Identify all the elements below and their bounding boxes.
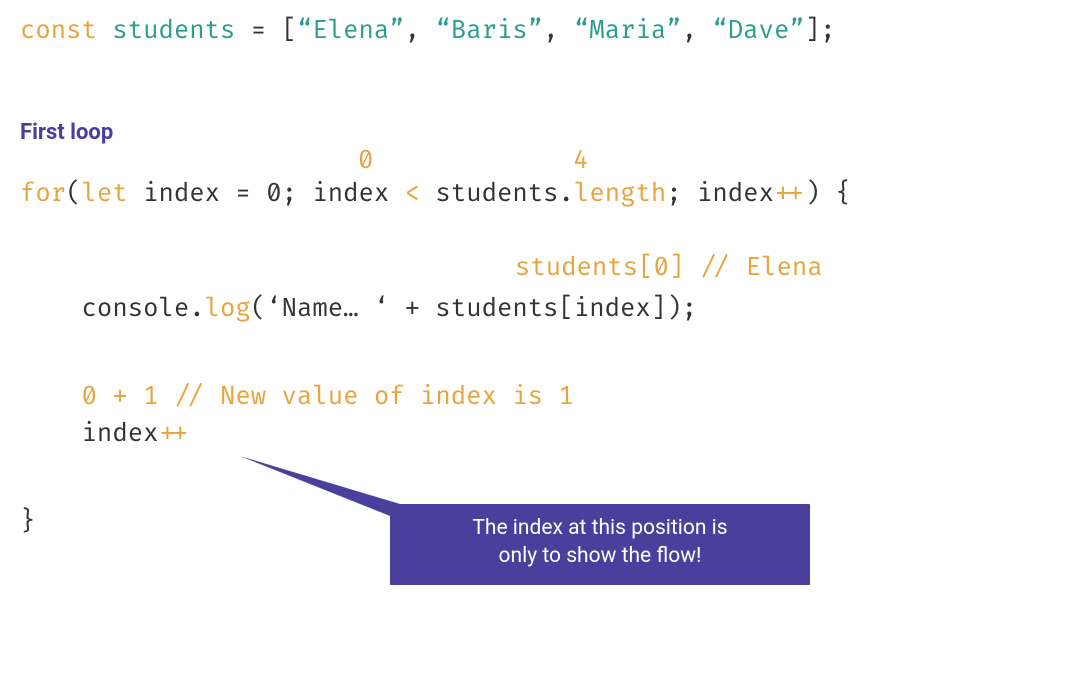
identifier-students: students [112,15,235,46]
string-elena: “Elena” [297,15,405,46]
keyword-let: let [82,178,128,209]
string-maria: “Maria” [574,15,682,46]
comment-new-value: 0 + 1 // New value of index is 1 [20,378,1047,416]
string-baris: “Baris” [435,15,543,46]
method-log: log [205,293,251,324]
code-line-for: for(let index = 0; index < students.leng… [20,175,1047,213]
string-name: ‘Name… ‘ [266,293,389,324]
annotation-four: 4 [573,145,588,176]
for-loop-body: students[0] // Elena console.log(‘Name… … [20,252,1047,453]
callout-text-line2: only to show the flow! [408,542,792,570]
operator-less-than: < [405,178,420,209]
keyword-for: for [20,178,66,209]
operator-plusplus: ++ [774,178,805,209]
code-line-students-array: const students = [“Elena”, “Baris”, “Mar… [20,12,1047,50]
annotation-students-zero-elena: students[0] // Elena [515,252,823,283]
code-line-close-brace: } [20,503,1047,541]
operator-plusplus-body: ++ [158,418,189,449]
property-length: length [574,178,666,209]
string-dave: “Dave” [712,15,804,46]
code-line-index-plusplus: index++ [20,415,1047,453]
annotation-zero: 0 [358,145,373,176]
identifier-index: index [143,178,220,209]
annotation-row-above-for: 0 4 [20,145,1047,175]
code-line-console-log: console.log(‘Name… ‘ + students[index]); [20,290,1047,328]
section-heading-first-loop: First loop [20,120,1047,145]
keyword-const: const [20,15,97,46]
